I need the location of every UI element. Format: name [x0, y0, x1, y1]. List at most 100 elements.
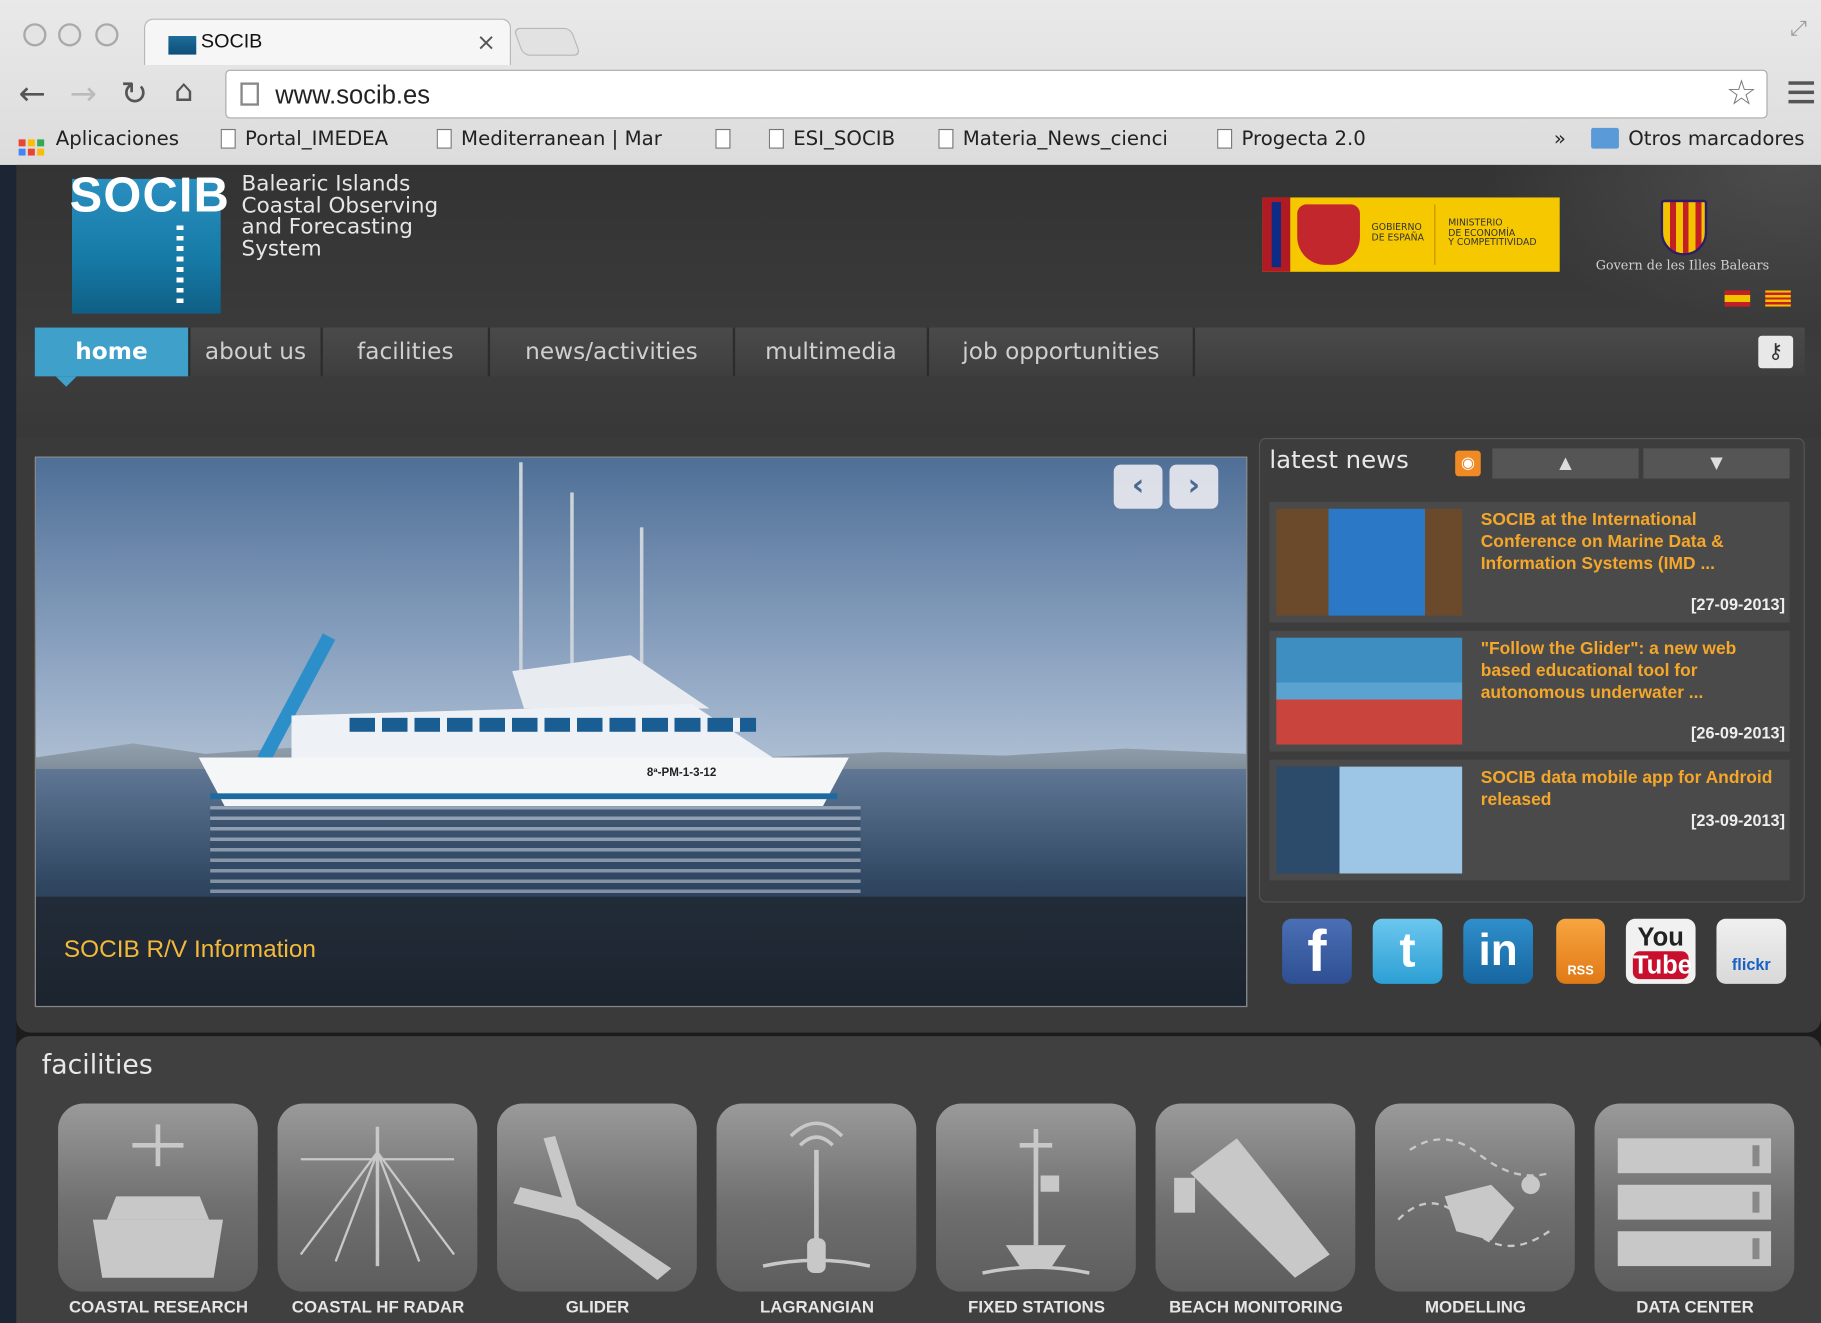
nav-home[interactable]: home	[34, 327, 191, 377]
browser-tab[interactable]: SOCIB ×	[144, 18, 511, 66]
news-thumbnail[interactable]	[1276, 508, 1463, 616]
bookmark-apps[interactable]: Aplicaciones	[18, 128, 179, 156]
news-item[interactable]: "Follow the Glider": a new web based edu…	[1269, 630, 1790, 752]
bookmark-esi-socib[interactable]: ESI_SOCIB	[768, 128, 920, 156]
bookmarks-overflow-button[interactable]: »	[1554, 128, 1566, 156]
bookmark-mediterranean[interactable]: Mediterranean | Mar	[436, 127, 688, 156]
gobierno-espana-logo[interactable]: GOBIERNO DE ESPAÑA MINISTERIO DE ECONOMÍ…	[1262, 197, 1560, 272]
ship-mast	[639, 527, 644, 679]
facility-label[interactable]: FIXED STATIONS	[927, 1299, 1146, 1318]
facility-label[interactable]: COASTAL RESEARCH	[49, 1299, 268, 1318]
news-scroll-down-button[interactable]: ▼	[1643, 448, 1790, 479]
nav-facilities[interactable]: facilities	[323, 327, 491, 377]
home-icon[interactable]: ⌂	[174, 74, 193, 109]
nav-multimedia[interactable]: multimedia	[735, 327, 930, 377]
page-icon	[1217, 128, 1233, 149]
facility-coastal-hf-radar[interactable]	[277, 1103, 478, 1292]
youtube-you: You	[1637, 922, 1684, 952]
bookmark-star-icon[interactable]: ☆	[1726, 73, 1757, 114]
news-item-title[interactable]: SOCIB data mobile app for Android releas…	[1481, 767, 1785, 811]
youtube-tube: Tube	[1632, 950, 1692, 980]
facility-coastal-research[interactable]	[58, 1103, 258, 1292]
page-icon	[768, 128, 784, 149]
bookmark-materia-news[interactable]: Materia_News_cienci	[938, 128, 1193, 156]
news-thumbnail[interactable]	[1276, 637, 1463, 745]
latest-news-panel: latest news ◉ ▲ ▼ SOCIB at the Internati…	[1258, 437, 1805, 903]
other-bookmarks[interactable]: Otros marcadores	[1591, 127, 1805, 156]
page-icon	[220, 128, 236, 149]
back-icon[interactable]: ←	[19, 74, 46, 112]
linkedin-icon[interactable]: in	[1463, 918, 1533, 984]
logo-dots	[176, 225, 184, 307]
facility-label[interactable]: GLIDER	[488, 1299, 707, 1318]
facility-modelling[interactable]	[1375, 1103, 1575, 1292]
menu-icon[interactable]	[1788, 81, 1815, 107]
close-window-button[interactable]	[23, 23, 47, 47]
minimize-window-button[interactable]	[58, 23, 82, 47]
key-icon[interactable]: ⚷	[1758, 335, 1794, 369]
facebook-icon[interactable]: f	[1282, 918, 1352, 984]
catalan-language-flag-icon[interactable]	[1765, 290, 1791, 307]
news-item-title[interactable]: "Follow the Glider": a new web based edu…	[1481, 638, 1785, 704]
page-icon	[436, 128, 452, 149]
new-tab-button[interactable]	[512, 27, 582, 56]
spanish-language-flag-icon[interactable]	[1724, 290, 1751, 307]
slideshow[interactable]: 8ª-PM-1-3-12 ‹ › SOCIB R/V Information	[34, 456, 1248, 1008]
facility-beach-monitoring[interactable]	[1155, 1103, 1356, 1292]
news-scroll-up-button[interactable]: ▲	[1492, 448, 1639, 479]
youtube-icon[interactable]: You Tube	[1625, 918, 1696, 984]
reload-icon[interactable]: ↻	[121, 74, 148, 112]
facility-label[interactable]: BEACH MONITORING	[1146, 1299, 1365, 1318]
rss-feed-icon[interactable]: RSS	[1556, 918, 1605, 984]
research-vessel-icon	[92, 1124, 223, 1278]
bookmark-portal-imedea[interactable]: Portal_IMEDEA	[220, 128, 418, 156]
bookmark-label: Mediterranean | Mar	[461, 127, 662, 152]
gov-es-text: DE ESPAÑA	[1371, 231, 1424, 243]
facility-label[interactable]: COASTAL HF RADAR	[268, 1299, 487, 1318]
bookmark-progecta[interactable]: Progecta 2.0	[1217, 128, 1403, 156]
nav-job-opportunities[interactable]: job opportunities	[929, 327, 1196, 377]
slide-prev-button[interactable]: ‹	[1113, 464, 1163, 509]
facility-glider[interactable]	[497, 1103, 697, 1292]
news-item[interactable]: SOCIB data mobile app for Android releas…	[1269, 759, 1790, 881]
active-nav-indicator	[55, 376, 77, 387]
news-item[interactable]: SOCIB at the International Conference on…	[1269, 501, 1790, 623]
server-rack-icon	[1617, 1138, 1772, 1267]
logo-text: SOCIB	[69, 167, 230, 222]
tagline-line: Balearic Islands	[241, 171, 411, 197]
slide-next-button[interactable]: ›	[1169, 464, 1219, 509]
bookmark-untitled[interactable]	[715, 128, 750, 156]
nav-about-us[interactable]: about us	[190, 327, 323, 377]
facility-label[interactable]: DATA CENTER	[1585, 1299, 1804, 1318]
tab-close-icon[interactable]: ×	[476, 28, 495, 56]
bookmark-label: Progecta 2.0	[1241, 127, 1366, 152]
spain-flag-strip	[1262, 197, 1291, 272]
fixed-station-buoy-icon	[982, 1129, 1090, 1275]
url-text[interactable]: www.socib.es	[275, 80, 430, 110]
address-bar[interactable]: www.socib.es ☆	[225, 69, 1768, 119]
zoom-window-button[interactable]	[95, 23, 119, 47]
facility-fixed-stations[interactable]	[936, 1103, 1136, 1292]
favicon-icon	[168, 36, 197, 55]
tagline-line: and Forecasting	[241, 214, 413, 240]
balearic-coat-of-arms-icon[interactable]	[1660, 199, 1708, 256]
twitter-icon[interactable]: t	[1372, 918, 1443, 984]
news-thumbnail[interactable]	[1276, 766, 1463, 874]
forward-icon[interactable]: →	[70, 74, 97, 112]
facility-data-center[interactable]	[1594, 1103, 1795, 1292]
news-item-date: [27-09-2013]	[1690, 594, 1785, 614]
rss-icon[interactable]: ◉	[1455, 450, 1481, 477]
flickr-icon[interactable]: flickr	[1716, 918, 1787, 984]
fullscreen-icon[interactable]: ⤢	[1790, 16, 1807, 40]
slide-caption[interactable]: SOCIB R/V Information	[64, 936, 316, 964]
nav-news-activities[interactable]: news/activities	[490, 327, 736, 377]
facility-lagrangian[interactable]	[716, 1103, 917, 1292]
facilities-section: facilities COASTAL RESEARCH COASTAL HF R…	[16, 1036, 1821, 1323]
tagline-line: System	[241, 236, 322, 261]
main-nav: home about us facilities news/activities…	[34, 327, 1805, 377]
facility-label[interactable]: LAGRANGIAN	[707, 1299, 926, 1318]
folder-icon	[1591, 127, 1619, 149]
news-item-title[interactable]: SOCIB at the International Conference on…	[1481, 509, 1785, 575]
camera-icon	[1174, 1138, 1330, 1278]
facility-label[interactable]: MODELLING	[1366, 1299, 1585, 1318]
